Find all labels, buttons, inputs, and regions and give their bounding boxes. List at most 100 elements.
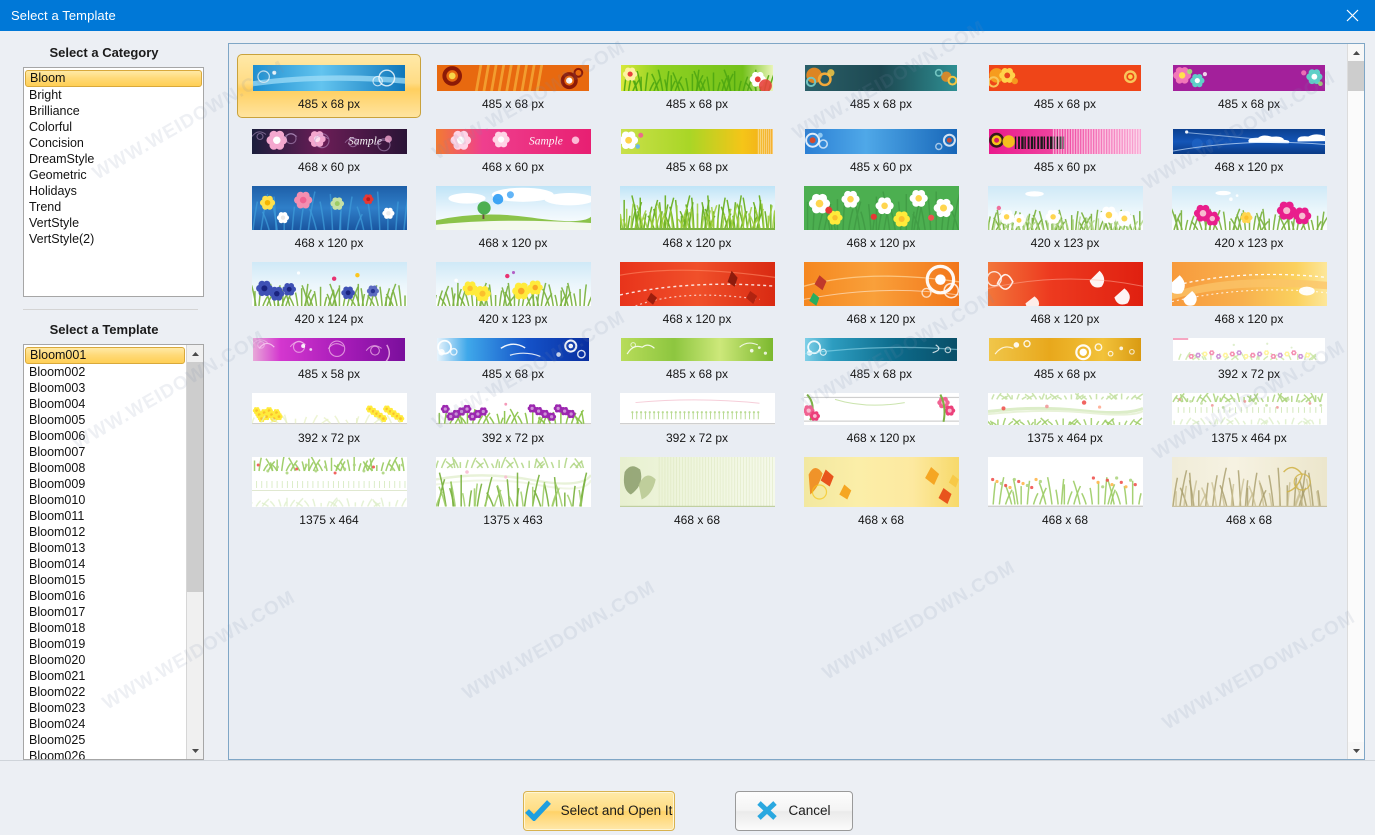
thumbnail-caption: 468 x 120 px: [1030, 312, 1100, 326]
template-thumbnail-cell[interactable]: 485 x 68 px: [1157, 54, 1341, 118]
template-thumbnail-cell[interactable]: Sample 468 x 60 px: [421, 118, 605, 175]
template-thumbnail-cell[interactable]: 468 x 68: [1157, 446, 1341, 528]
template-thumbnail-cell[interactable]: 485 x 68 px: [421, 54, 605, 118]
template-thumbnail-cell[interactable]: 468 x 120 px: [605, 251, 789, 327]
template-thumbnail-cell[interactable]: 485 x 68 px: [789, 54, 973, 118]
category-item-10[interactable]: VertStyle(2): [24, 231, 203, 247]
category-item-0[interactable]: Bloom: [25, 70, 202, 87]
template-item-14[interactable]: Bloom015: [24, 572, 186, 588]
gallery-scrollbar[interactable]: [1347, 44, 1364, 759]
template-item-15[interactable]: Bloom016: [24, 588, 186, 604]
category-item-9[interactable]: VertStyle: [24, 215, 203, 231]
template-thumbnail-cell[interactable]: 485 x 68 px: [237, 54, 421, 118]
template-item-0[interactable]: Bloom001: [25, 347, 185, 364]
template-thumbnail-cell[interactable]: 468 x 120 px: [1157, 251, 1341, 327]
template-item-10[interactable]: Bloom011: [24, 508, 186, 524]
template-thumbnail-cell[interactable]: 485 x 68 px: [789, 327, 973, 382]
template-thumbnail-cell[interactable]: 468 x 120 px: [789, 251, 973, 327]
template-item-8[interactable]: Bloom009: [24, 476, 186, 492]
template-thumbnail-cell[interactable]: 420 x 124 px: [237, 251, 421, 327]
template-thumbnail-cell[interactable]: 392 x 72 px: [237, 382, 421, 446]
template-thumbnail-cell[interactable]: 468 x 68: [605, 446, 789, 528]
thumbnail-image: [430, 334, 596, 361]
gallery-scroll-track[interactable]: [1348, 61, 1364, 742]
gallery-scroll-up-button[interactable]: [1348, 44, 1364, 61]
template-thumbnail-cell[interactable]: 468 x 120 px: [973, 251, 1157, 327]
template-item-11[interactable]: Bloom012: [24, 524, 186, 540]
template-thumbnail-cell[interactable]: Sample 468 x 60 px: [237, 118, 421, 175]
template-thumbnail-cell[interactable]: 468 x 120 px: [789, 382, 973, 446]
template-thumbnail-cell[interactable]: 392 x 72 px: [1157, 327, 1341, 382]
template-thumbnail-cell[interactable]: 392 x 72 px: [421, 382, 605, 446]
template-item-2[interactable]: Bloom003: [24, 380, 186, 396]
category-item-1[interactable]: Bright: [24, 87, 203, 103]
template-thumbnail-cell[interactable]: 485 x 60 px: [789, 118, 973, 175]
category-item-3[interactable]: Colorful: [24, 119, 203, 135]
template-thumbnail-cell[interactable]: 1375 x 464: [237, 446, 421, 528]
template-gallery[interactable]: 485 x 68 px 485 x 68 px 485 x 68 px 485 …: [229, 44, 1347, 759]
template-scroll-up-button[interactable]: [187, 345, 203, 362]
template-thumbnail-cell[interactable]: 468 x 120 px: [237, 175, 421, 251]
template-thumbnail-cell[interactable]: 392 x 72 px: [605, 382, 789, 446]
template-item-24[interactable]: Bloom025: [24, 732, 186, 748]
category-listbox[interactable]: Bloom Bright Brilliance Colorful Concision Dr…: [23, 67, 204, 297]
template-item-18[interactable]: Bloom019: [24, 636, 186, 652]
close-icon[interactable]: [1329, 0, 1375, 31]
template-thumbnail-cell[interactable]: 468 x 120 px: [421, 175, 605, 251]
template-scroll-track[interactable]: [187, 362, 203, 742]
template-item-9[interactable]: Bloom010: [24, 492, 186, 508]
template-thumbnail-cell[interactable]: 420 x 123 px: [421, 251, 605, 327]
template-item-19[interactable]: Bloom020: [24, 652, 186, 668]
template-item-1[interactable]: Bloom002: [24, 364, 186, 380]
template-thumbnail-cell[interactable]: 485 x 68 px: [973, 327, 1157, 382]
template-listbox[interactable]: Bloom001 Bloom002 Bloom003 Bloom004 Bloom005…: [23, 344, 204, 760]
template-item-20[interactable]: Bloom021: [24, 668, 186, 684]
template-thumbnail-cell[interactable]: 1375 x 464 px: [1157, 382, 1341, 446]
gallery-scroll-thumb[interactable]: [1348, 61, 1364, 91]
category-item-5[interactable]: DreamStyle: [24, 151, 203, 167]
template-scroll-down-button[interactable]: [187, 742, 203, 759]
category-item-7[interactable]: Holidays: [24, 183, 203, 199]
category-item-4[interactable]: Concision: [24, 135, 203, 151]
category-item-2[interactable]: Brilliance: [24, 103, 203, 119]
template-item-4[interactable]: Bloom005: [24, 412, 186, 428]
template-item-23[interactable]: Bloom024: [24, 716, 186, 732]
check-icon: [524, 800, 551, 821]
template-thumbnail-cell[interactable]: 485 x 68 px: [973, 54, 1157, 118]
template-item-7[interactable]: Bloom008: [24, 460, 186, 476]
template-item-22[interactable]: Bloom023: [24, 700, 186, 716]
template-scroll-thumb[interactable]: [187, 362, 203, 592]
template-thumbnail-cell[interactable]: 485 x 68 px: [605, 327, 789, 382]
thumbnail-caption: 468 x 60 px: [297, 160, 361, 174]
template-thumbnail-cell[interactable]: 420 x 123 px: [973, 175, 1157, 251]
template-item-21[interactable]: Bloom022: [24, 684, 186, 700]
template-thumbnail-cell[interactable]: 468 x 120 px: [789, 175, 973, 251]
template-thumbnail-cell[interactable]: 468 x 68: [789, 446, 973, 528]
template-thumbnail-cell[interactable]: 1375 x 463: [421, 446, 605, 528]
cancel-button[interactable]: Cancel: [734, 790, 853, 831]
category-item-8[interactable]: Trend: [24, 199, 203, 215]
template-item-17[interactable]: Bloom018: [24, 620, 186, 636]
template-item-12[interactable]: Bloom013: [24, 540, 186, 556]
template-item-25[interactable]: Bloom026: [24, 748, 186, 759]
category-item-6[interactable]: Geometric: [24, 167, 203, 183]
template-thumbnail-cell[interactable]: 485 x 68 px: [605, 118, 789, 175]
template-thumbnail-cell[interactable]: 485 x 60 px: [973, 118, 1157, 175]
template-item-13[interactable]: Bloom014: [24, 556, 186, 572]
template-thumbnail-cell[interactable]: 485 x 58 px: [237, 327, 421, 382]
select-and-open-button[interactable]: Select and Open It: [522, 790, 675, 831]
template-thumbnail-cell[interactable]: 468 x 68: [973, 446, 1157, 528]
template-thumbnail-cell[interactable]: 468 x 120 px: [605, 175, 789, 251]
template-thumbnail-cell[interactable]: 485 x 68 px: [421, 327, 605, 382]
template-list-scrollbar[interactable]: [186, 345, 203, 759]
template-item-3[interactable]: Bloom004: [24, 396, 186, 412]
template-item-16[interactable]: Bloom017: [24, 604, 186, 620]
template-thumbnail-cell[interactable]: 485 x 68 px: [605, 54, 789, 118]
template-thumbnail-cell[interactable]: 468 x 120 px: [1157, 118, 1341, 175]
template-thumbnail-cell[interactable]: 420 x 123 px: [1157, 175, 1341, 251]
template-item-6[interactable]: Bloom007: [24, 444, 186, 460]
template-thumbnail-cell[interactable]: 1375 x 464 px: [973, 382, 1157, 446]
gallery-scroll-down-button[interactable]: [1348, 742, 1364, 759]
thumbnail-caption: 468 x 120 px: [478, 236, 548, 250]
template-item-5[interactable]: Bloom006: [24, 428, 186, 444]
